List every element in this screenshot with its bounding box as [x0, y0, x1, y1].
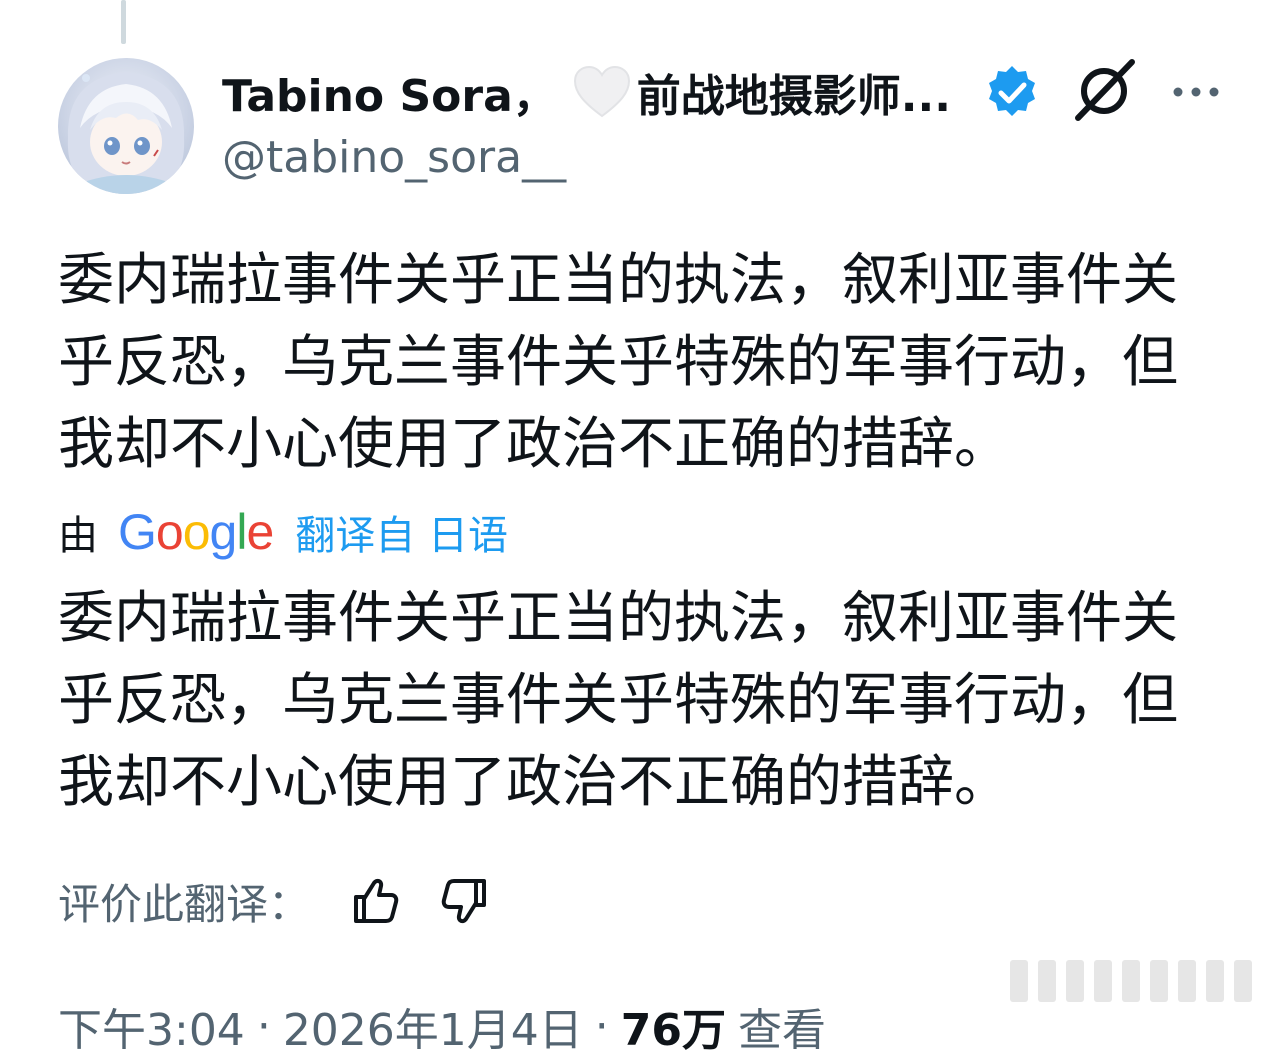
- google-logo-letter: o: [182, 504, 211, 560]
- google-logo-letter: G: [118, 504, 157, 560]
- author-handle[interactable]: @tabino_sora__: [222, 132, 566, 183]
- thumb-down-icon[interactable]: [438, 875, 490, 927]
- tweet-date[interactable]: 2026年1月4日: [283, 994, 583, 1058]
- google-logo-letter: e: [246, 504, 274, 560]
- grok-icon[interactable]: [1072, 58, 1136, 122]
- tweet-original-text: 委内瑞拉事件关乎正当的执法，叙利亚事件关乎反恐，乌克兰事件关乎特殊的军事行动，但…: [58, 248, 1178, 477]
- watermark-bar: [1206, 960, 1224, 1002]
- watermark-bar: [1178, 960, 1196, 1002]
- tweet-translated-text: 委内瑞拉事件关乎正当的执法，叙利亚事件关乎反恐，乌克兰事件关乎特殊的军事行动，但…: [58, 586, 1178, 815]
- meta-separator: ·: [256, 1000, 271, 1052]
- heart-icon: [573, 65, 630, 118]
- avatar[interactable]: [58, 58, 194, 194]
- thread-connector-line: [121, 0, 126, 44]
- rate-translation-label: 评价此翻译：: [58, 879, 311, 929]
- meta-separator-2: ·: [594, 1000, 609, 1052]
- watermark-bar: [1094, 960, 1112, 1002]
- watermark: [1010, 960, 1260, 1002]
- google-logo-letter: l: [236, 504, 247, 560]
- watermark-bar: [1066, 960, 1084, 1002]
- translation-attribution: 由 Google 翻译自 日语: [58, 500, 508, 564]
- author-name-row[interactable]: Tabino Sora， 前战地摄影师...: [222, 62, 951, 122]
- rate-translation-row: 评价此翻译：: [58, 868, 490, 934]
- watermark-bar: [1150, 960, 1168, 1002]
- more-icon[interactable]: [1168, 72, 1224, 112]
- watermark-bar: [1010, 960, 1028, 1002]
- google-logo: Google: [118, 503, 274, 561]
- watermark-bar: [1122, 960, 1140, 1002]
- translated-by-label: 由: [58, 513, 98, 559]
- verified-icon: [989, 66, 1035, 116]
- avatar-illustration: [67, 72, 185, 194]
- watermark-bar: [1234, 960, 1252, 1002]
- tweet-meta-row: 下午3:04 · 2026年1月4日 · 76万 查看: [58, 994, 827, 1058]
- view-count: 76万: [620, 1005, 727, 1056]
- watermark-bar: [1038, 960, 1056, 1002]
- google-logo-letter: o: [155, 504, 184, 560]
- tweet-time[interactable]: 下午3:04: [58, 994, 245, 1058]
- author-name-suffix[interactable]: 前战地摄影师...: [637, 60, 951, 124]
- view-count-label: 查看: [738, 1005, 827, 1056]
- translated-from-link[interactable]: 翻译自 日语: [295, 503, 508, 561]
- author-display-name[interactable]: Tabino Sora，: [222, 60, 557, 124]
- thumb-up-icon[interactable]: [350, 875, 402, 927]
- google-logo-letter: g: [209, 504, 238, 560]
